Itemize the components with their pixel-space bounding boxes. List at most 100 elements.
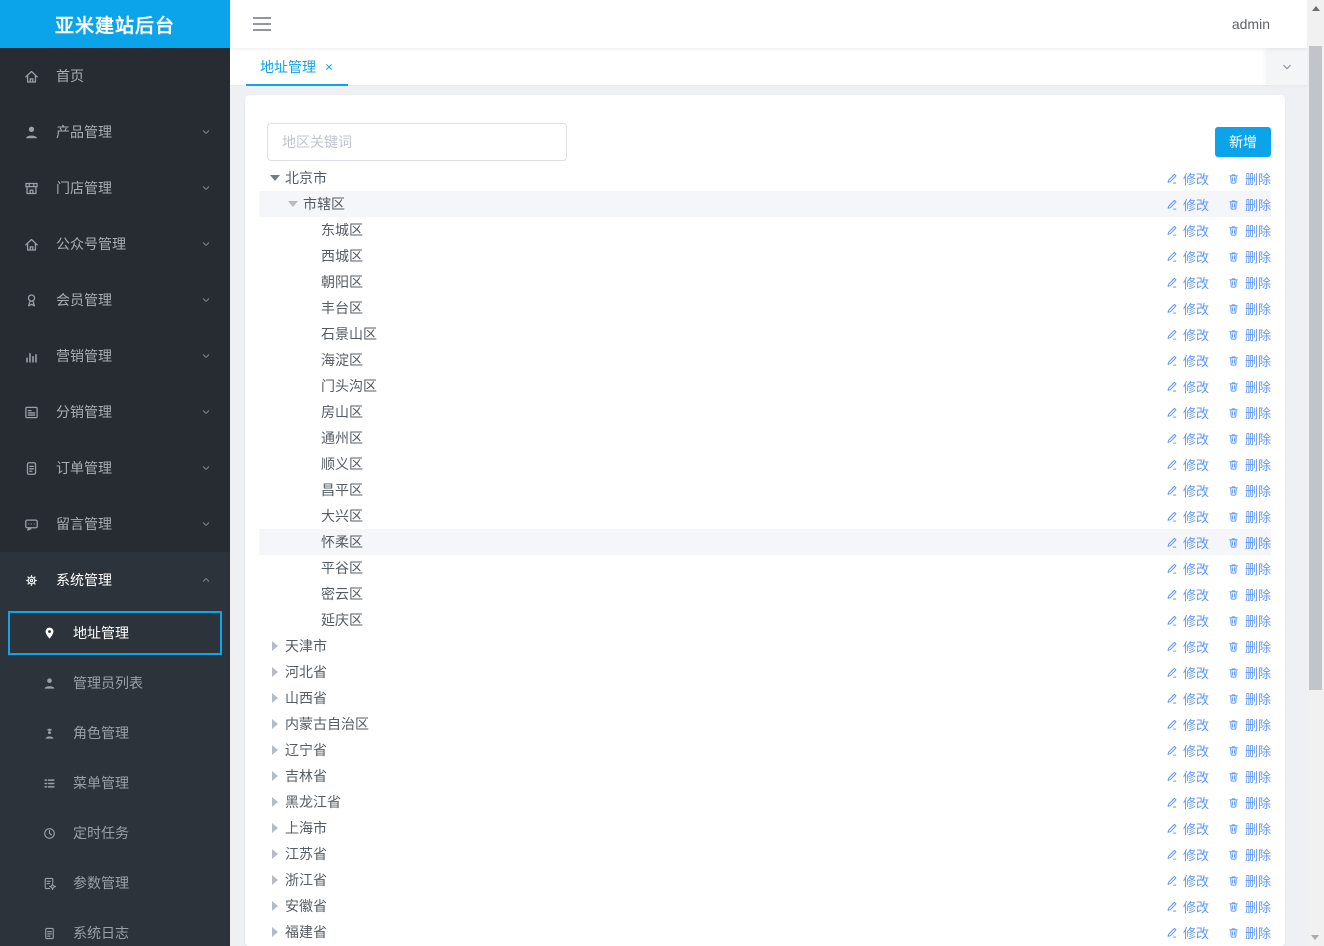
edit-link[interactable]: 修改 (1165, 299, 1209, 318)
tree-row[interactable]: 西城区 修改 删除 (259, 243, 1271, 269)
tree-row[interactable]: 福建省 修改 删除 (259, 919, 1271, 945)
sidebar-subitem-cron[interactable]: 定时任务 (0, 808, 230, 858)
tree-row[interactable]: 江苏省 修改 删除 (259, 841, 1271, 867)
caret-right-icon[interactable] (269, 875, 281, 885)
caret-down-icon[interactable] (269, 175, 281, 181)
tree-row[interactable]: 怀柔区 修改 删除 (259, 529, 1271, 555)
delete-link[interactable]: 删除 (1227, 897, 1271, 916)
delete-link[interactable]: 删除 (1227, 533, 1271, 552)
caret-right-icon[interactable] (269, 771, 281, 781)
sidebar-subitem-admin-list[interactable]: 管理员列表 (0, 658, 230, 708)
tree-row[interactable]: 大兴区 修改 删除 (259, 503, 1271, 529)
delete-link[interactable]: 删除 (1227, 611, 1271, 630)
delete-link[interactable]: 删除 (1227, 221, 1271, 240)
delete-link[interactable]: 删除 (1227, 247, 1271, 266)
delete-link[interactable]: 删除 (1227, 741, 1271, 760)
sidebar-item-member[interactable]: 会员管理 (0, 272, 230, 328)
edit-link[interactable]: 修改 (1165, 611, 1209, 630)
edit-link[interactable]: 修改 (1165, 429, 1209, 448)
sidebar-item-home[interactable]: 首页 (0, 48, 230, 104)
edit-link[interactable]: 修改 (1165, 481, 1209, 500)
edit-link[interactable]: 修改 (1165, 221, 1209, 240)
delete-link[interactable]: 删除 (1227, 923, 1271, 942)
search-input[interactable] (267, 123, 567, 161)
caret-right-icon[interactable] (269, 693, 281, 703)
tree-row[interactable]: 吉林省 修改 删除 (259, 763, 1271, 789)
tree-row[interactable]: 河北省 修改 删除 (259, 659, 1271, 685)
delete-link[interactable]: 删除 (1227, 481, 1271, 500)
delete-link[interactable]: 删除 (1227, 507, 1271, 526)
edit-link[interactable]: 修改 (1165, 663, 1209, 682)
edit-link[interactable]: 修改 (1165, 533, 1209, 552)
tree-row[interactable]: 浙江省 修改 删除 (259, 867, 1271, 893)
sidebar-toggle-icon[interactable] (253, 17, 271, 31)
sidebar-item-message[interactable]: 留言管理 (0, 496, 230, 552)
caret-right-icon[interactable] (269, 667, 281, 677)
tree-row[interactable]: 延庆区 修改 删除 (259, 607, 1271, 633)
sidebar-item-official-account[interactable]: 公众号管理 (0, 216, 230, 272)
edit-link[interactable]: 修改 (1165, 195, 1209, 214)
tree-row[interactable]: 石景山区 修改 删除 (259, 321, 1271, 347)
caret-right-icon[interactable] (269, 927, 281, 937)
close-icon[interactable] (324, 62, 334, 72)
sidebar-subitem-syslog[interactable]: 系统日志 (0, 908, 230, 946)
tree-row[interactable]: 市辖区 修改 删除 (259, 191, 1271, 217)
edit-link[interactable]: 修改 (1165, 637, 1209, 656)
tree-row[interactable]: 上海市 修改 删除 (259, 815, 1271, 841)
vertical-scrollbar[interactable] (1307, 0, 1324, 946)
edit-link[interactable]: 修改 (1165, 351, 1209, 370)
username[interactable]: admin (1232, 16, 1307, 32)
delete-link[interactable]: 删除 (1227, 689, 1271, 708)
caret-right-icon[interactable] (269, 823, 281, 833)
tab-list-dropdown[interactable] (1267, 48, 1307, 86)
edit-link[interactable]: 修改 (1165, 897, 1209, 916)
tree-row[interactable]: 山西省 修改 删除 (259, 685, 1271, 711)
edit-link[interactable]: 修改 (1165, 403, 1209, 422)
sidebar-subitem-menu[interactable]: 菜单管理 (0, 758, 230, 808)
edit-link[interactable]: 修改 (1165, 689, 1209, 708)
tree-row[interactable]: 辽宁省 修改 删除 (259, 737, 1271, 763)
delete-link[interactable]: 删除 (1227, 325, 1271, 344)
delete-link[interactable]: 删除 (1227, 299, 1271, 318)
tree-row[interactable]: 通州区 修改 删除 (259, 425, 1271, 451)
delete-link[interactable]: 删除 (1227, 273, 1271, 292)
tree-row[interactable]: 顺义区 修改 删除 (259, 451, 1271, 477)
delete-link[interactable]: 删除 (1227, 845, 1271, 864)
delete-link[interactable]: 删除 (1227, 715, 1271, 734)
tree-row[interactable]: 丰台区 修改 删除 (259, 295, 1271, 321)
sidebar-item-system[interactable]: 系统管理 (0, 552, 230, 608)
delete-link[interactable]: 删除 (1227, 195, 1271, 214)
tree-row[interactable]: 安徽省 修改 删除 (259, 893, 1271, 919)
edit-link[interactable]: 修改 (1165, 273, 1209, 292)
sidebar-item-order[interactable]: 订单管理 (0, 440, 230, 496)
tree-row[interactable]: 海淀区 修改 删除 (259, 347, 1271, 373)
sidebar-item-store[interactable]: 门店管理 (0, 160, 230, 216)
edit-link[interactable]: 修改 (1165, 793, 1209, 812)
sidebar-subitem-role[interactable]: 角色管理 (0, 708, 230, 758)
tree-row[interactable]: 天津市 修改 删除 (259, 633, 1271, 659)
scroll-up-icon[interactable] (1307, 0, 1324, 17)
edit-link[interactable]: 修改 (1165, 767, 1209, 786)
tree-row[interactable]: 朝阳区 修改 删除 (259, 269, 1271, 295)
edit-link[interactable]: 修改 (1165, 455, 1209, 474)
tree-row[interactable]: 房山区 修改 删除 (259, 399, 1271, 425)
delete-link[interactable]: 删除 (1227, 793, 1271, 812)
caret-right-icon[interactable] (269, 849, 281, 859)
edit-link[interactable]: 修改 (1165, 559, 1209, 578)
tree-row[interactable]: 平谷区 修改 删除 (259, 555, 1271, 581)
delete-link[interactable]: 删除 (1227, 429, 1271, 448)
tree-row[interactable]: 密云区 修改 删除 (259, 581, 1271, 607)
delete-link[interactable]: 删除 (1227, 377, 1271, 396)
delete-link[interactable]: 删除 (1227, 767, 1271, 786)
tab-address-management[interactable]: 地址管理 (246, 48, 348, 86)
sidebar-item-product[interactable]: 产品管理 (0, 104, 230, 160)
caret-right-icon[interactable] (269, 797, 281, 807)
scrollbar-thumb[interactable] (1309, 46, 1322, 690)
edit-link[interactable]: 修改 (1165, 585, 1209, 604)
edit-link[interactable]: 修改 (1165, 507, 1209, 526)
caret-down-icon[interactable] (287, 201, 299, 207)
edit-link[interactable]: 修改 (1165, 377, 1209, 396)
delete-link[interactable]: 删除 (1227, 871, 1271, 890)
edit-link[interactable]: 修改 (1165, 871, 1209, 890)
caret-right-icon[interactable] (269, 901, 281, 911)
